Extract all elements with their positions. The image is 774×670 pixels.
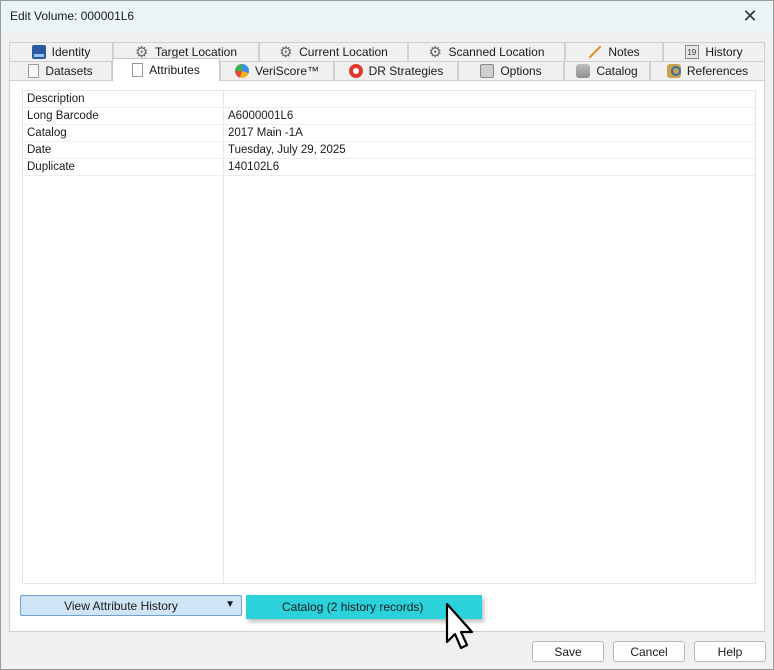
gear-icon <box>279 43 293 61</box>
tab-attributes[interactable]: Attributes <box>112 58 220 81</box>
history-button-label: View Attribute History <box>64 598 178 613</box>
lock-icon <box>480 64 495 78</box>
attributes-panel: Description Long Barcode A6000001L6 Cata… <box>9 80 765 632</box>
close-button[interactable]: ✕ <box>727 1 773 32</box>
tab-catalog[interactable]: Catalog <box>564 61 650 80</box>
pie-chart-icon <box>234 64 249 78</box>
document-icon <box>28 64 40 78</box>
life-ring-icon <box>348 64 363 78</box>
table-row[interactable]: Long Barcode A6000001L6 <box>23 108 755 125</box>
identity-icon <box>31 45 46 59</box>
tab-scanned-location[interactable]: Scanned Location <box>408 42 565 61</box>
chevron-down-icon[interactable]: ▼ <box>225 599 235 610</box>
calendar-icon <box>685 45 700 59</box>
save-button-label: Save <box>554 644 582 659</box>
tab-label: Notes <box>608 45 640 59</box>
attribute-value[interactable]: 2017 Main -1A <box>228 127 303 139</box>
tab-label: Scanned Location <box>448 45 545 59</box>
attribute-name: Long Barcode <box>27 110 99 122</box>
tab-notes[interactable]: Notes <box>565 42 663 61</box>
attribute-name: Catalog <box>27 127 67 139</box>
pencil-icon <box>588 45 602 59</box>
save-button[interactable]: Save <box>532 641 604 662</box>
tab-references[interactable]: References <box>650 61 765 80</box>
view-attribute-history-button[interactable]: View Attribute History ▼ <box>20 595 242 616</box>
tab-label: VeriScore™ <box>254 64 320 78</box>
cancel-button[interactable]: Cancel <box>613 641 685 662</box>
table-row[interactable]: Duplicate 140102L6 <box>23 159 755 176</box>
tab-label: Catalog <box>596 64 638 78</box>
cancel-button-label: Cancel <box>630 644 668 659</box>
tab-current-location[interactable]: Current Location <box>259 42 408 61</box>
menu-item-catalog-history[interactable]: Catalog (2 history records) <box>282 600 423 614</box>
tab-veriscore[interactable]: VeriScore™ <box>220 61 334 80</box>
tab-label: Current Location <box>299 45 388 59</box>
gear-icon <box>428 43 442 61</box>
attribute-value[interactable]: A6000001L6 <box>228 110 293 122</box>
database-icon <box>576 64 591 78</box>
mouse-pointer-icon <box>445 602 474 650</box>
tab-identity[interactable]: Identity <box>9 42 113 61</box>
gear-icon <box>135 43 149 61</box>
tab-label: Datasets <box>45 64 93 78</box>
tab-history[interactable]: History <box>663 42 765 61</box>
attribute-name: Duplicate <box>27 161 75 173</box>
help-button-label: Help <box>717 644 743 659</box>
tab-label: Identity <box>51 45 91 59</box>
attribute-value[interactable]: Tuesday, July 29, 2025 <box>228 144 346 156</box>
tab-options[interactable]: Options <box>458 61 564 80</box>
attribute-name: Description <box>27 93 85 105</box>
tab-label: Options <box>500 64 542 78</box>
table-row[interactable]: Catalog 2017 Main -1A <box>23 125 755 142</box>
table-row[interactable]: Description <box>23 91 755 108</box>
edit-volume-dialog: Edit Volume: 000001L6 ✕ Identity Target … <box>0 0 774 670</box>
close-icon: ✕ <box>742 6 758 26</box>
table-row[interactable]: Date Tuesday, July 29, 2025 <box>23 142 755 159</box>
page-icon <box>132 63 144 77</box>
tab-label: Target Location <box>154 45 238 59</box>
attribute-name: Date <box>27 144 52 156</box>
attribute-value[interactable]: 140102L6 <box>228 161 279 173</box>
window-title: Edit Volume: 000001L6 <box>10 9 135 23</box>
help-button[interactable]: Help <box>694 641 766 662</box>
references-icon <box>666 64 681 78</box>
tab-label: History <box>705 45 743 59</box>
tab-label: Attributes <box>149 63 200 77</box>
tab-label: References <box>686 64 749 78</box>
tab-label: DR Strategies <box>368 64 444 78</box>
tab-dr-strategies[interactable]: DR Strategies <box>334 61 458 80</box>
attributes-grid: Description Long Barcode A6000001L6 Cata… <box>22 90 756 584</box>
tab-datasets[interactable]: Datasets <box>9 61 112 80</box>
title-bar: Edit Volume: 000001L6 ✕ <box>1 1 773 32</box>
